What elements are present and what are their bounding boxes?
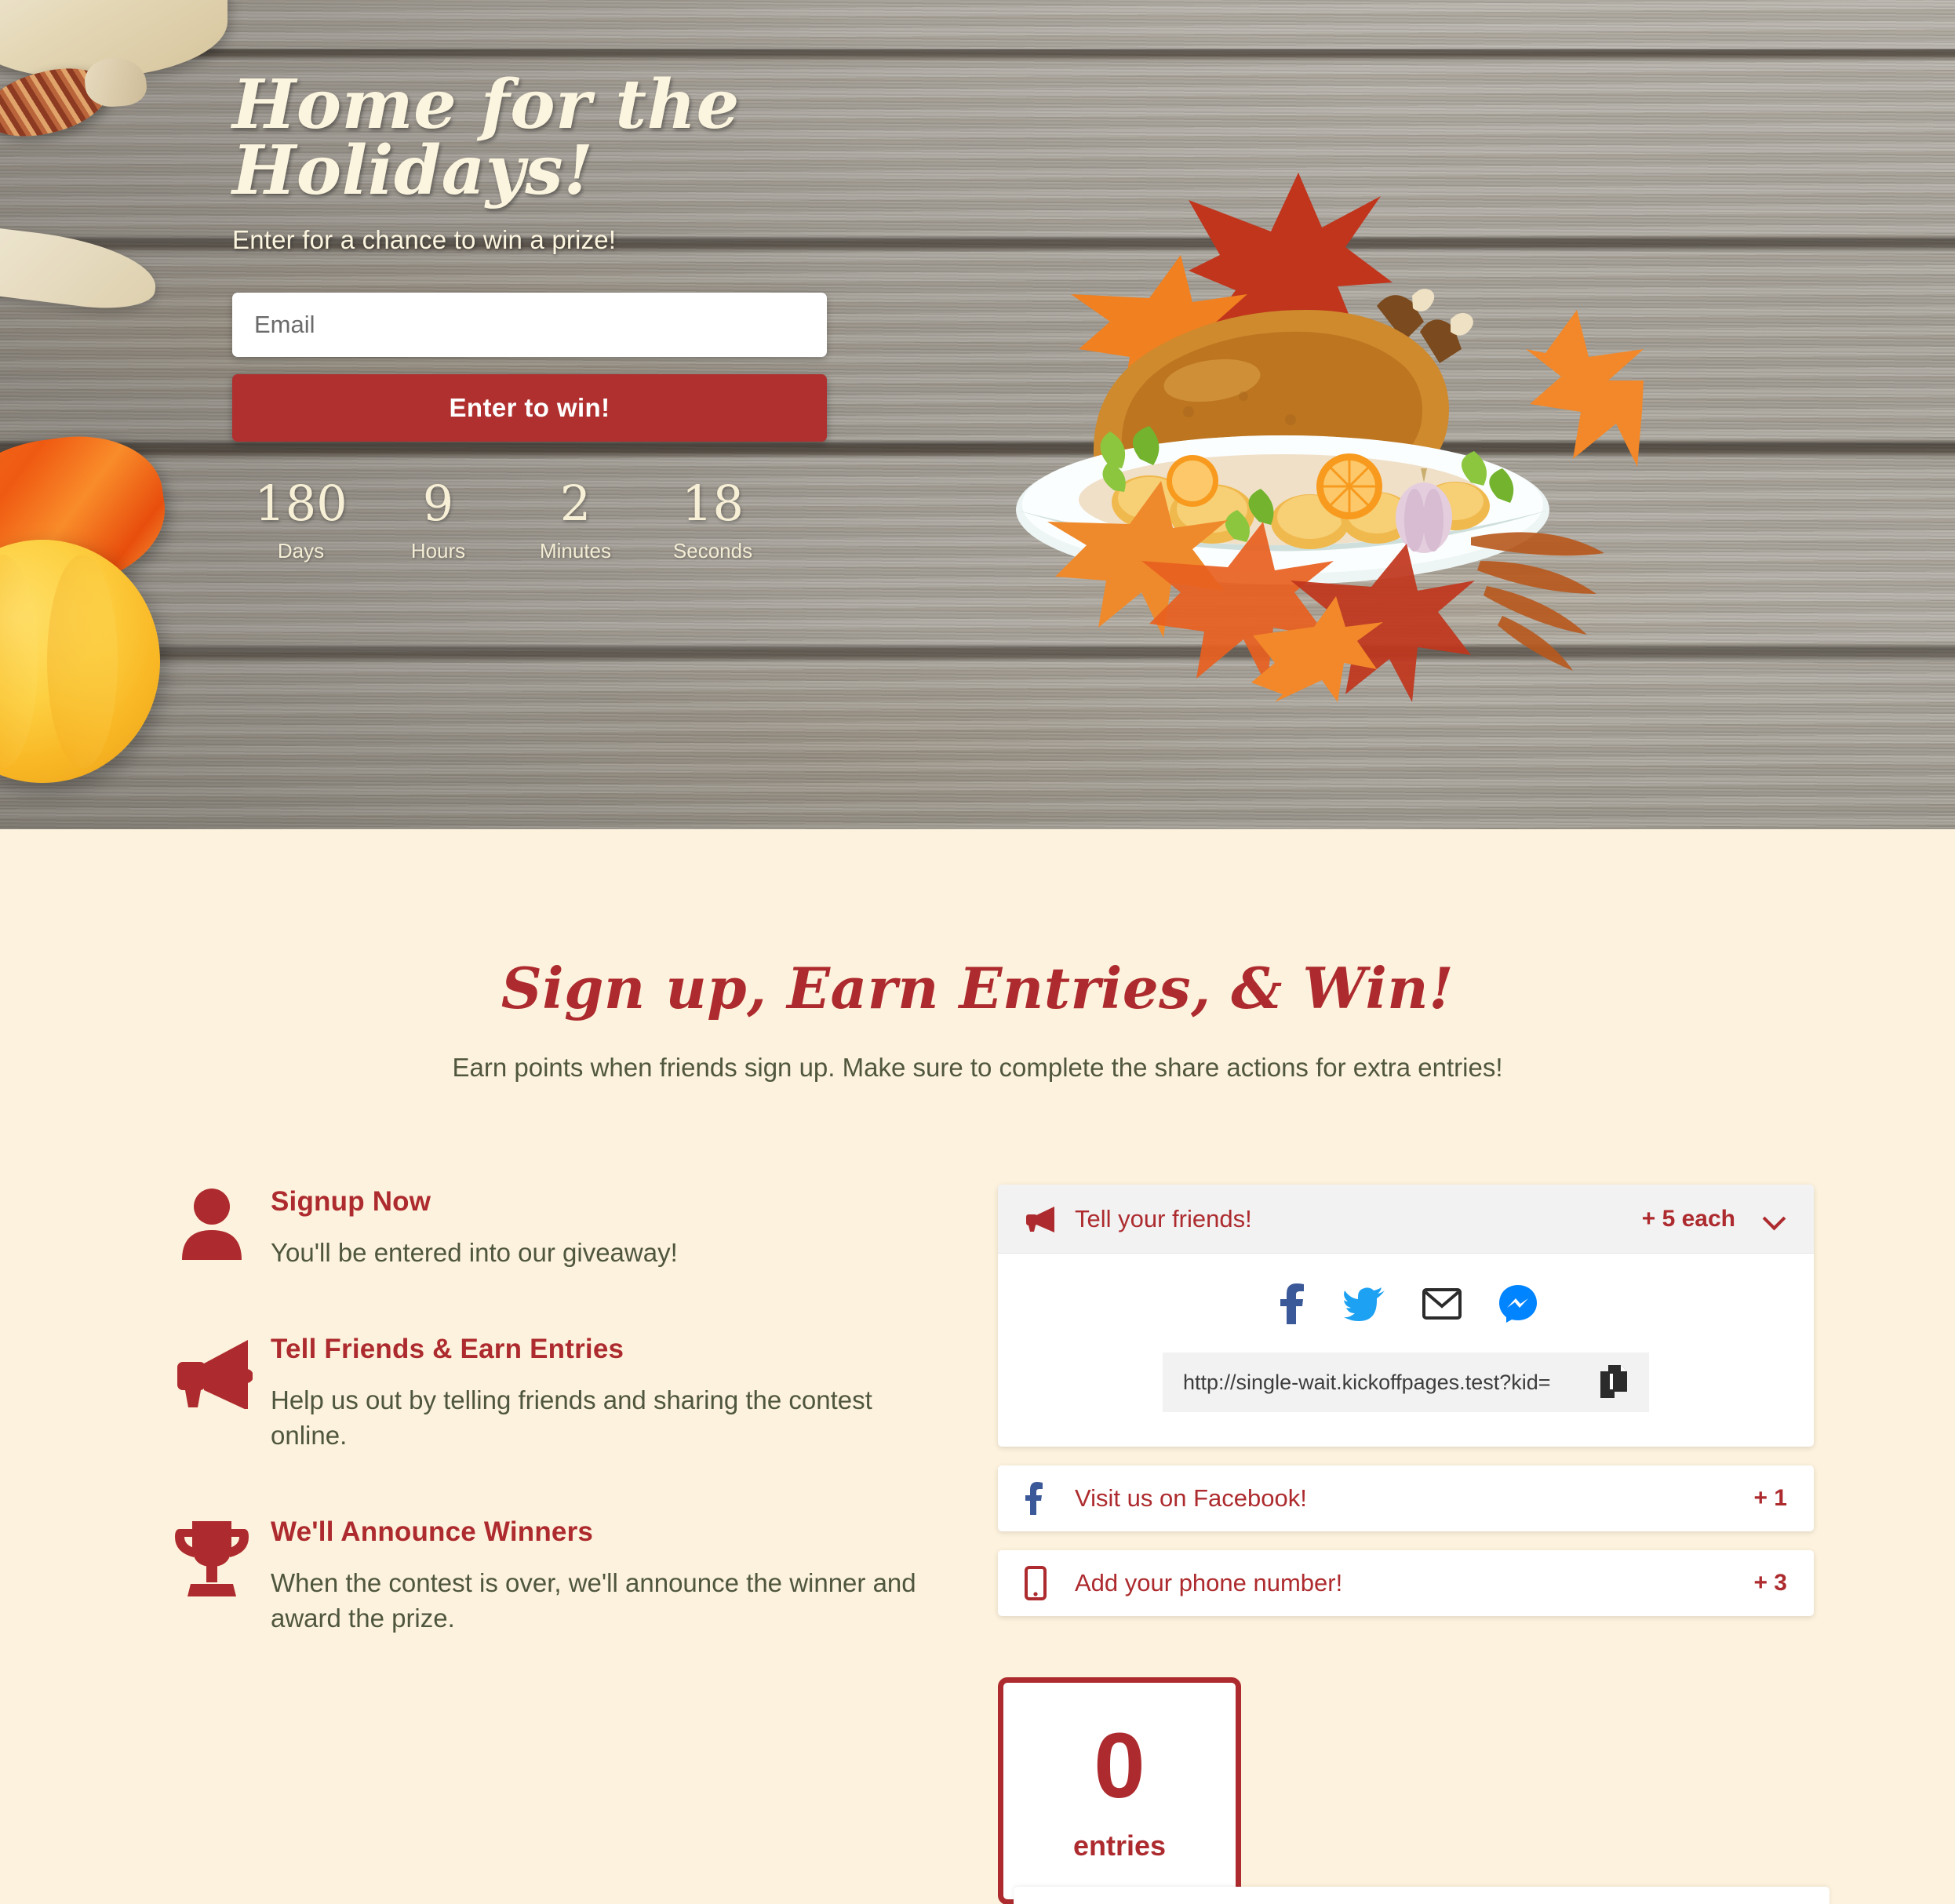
messenger-share-icon[interactable] bbox=[1499, 1285, 1537, 1323]
countdown-minutes-label: Minutes bbox=[539, 538, 612, 562]
countdown-hours-label: Hours bbox=[410, 538, 466, 562]
countdown-seconds-value: 18 bbox=[682, 474, 744, 532]
share-card-header[interactable]: Tell your friends! + 5 each bbox=[998, 1185, 1814, 1254]
trophy-icon bbox=[153, 1515, 271, 1636]
action-add-phone[interactable]: Add your phone number! + 3 bbox=[998, 1550, 1814, 1616]
countdown-days: 180 Days bbox=[232, 479, 370, 563]
phone-icon bbox=[1025, 1566, 1062, 1600]
features-list: Signup Now You'll be entered into our gi… bbox=[141, 1185, 919, 1904]
megaphone-icon bbox=[1025, 1206, 1062, 1232]
chevron-down-icon[interactable] bbox=[1764, 1207, 1787, 1231]
hero-section: Home for the Holidays! Enter for a chanc… bbox=[0, 0, 1955, 829]
action-visit-facebook-label: Visit us on Facebook! bbox=[1075, 1484, 1307, 1512]
hero-content: Home for the Holidays! Enter for a chanc… bbox=[232, 71, 860, 563]
countdown-timer: 180 Days 9 Hours 2 Minutes 18 Seconds bbox=[232, 479, 781, 563]
feature-announce-winners-title: We'll Announce Winners bbox=[271, 1516, 594, 1547]
social-share-row bbox=[998, 1283, 1814, 1324]
copy-icon[interactable] bbox=[1600, 1365, 1632, 1400]
feature-announce-winners: We'll Announce Winners When the contest … bbox=[153, 1515, 919, 1636]
action-visit-facebook-points: + 1 bbox=[1753, 1485, 1787, 1511]
how-it-works-section: Sign up, Earn Entries, & Win! Earn point… bbox=[0, 829, 1955, 1904]
countdown-seconds-label: Seconds bbox=[672, 538, 753, 562]
page-title-line-2: Holidays! bbox=[232, 131, 594, 211]
feature-tell-friends: Tell Friends & Earn Entries Help us out … bbox=[153, 1332, 919, 1454]
hero-subtitle: Enter for a chance to win a prize! bbox=[232, 224, 617, 254]
user-icon bbox=[153, 1185, 271, 1271]
share-card-points: + 5 each bbox=[1641, 1205, 1735, 1232]
countdown-seconds: 18 Seconds bbox=[644, 479, 781, 563]
content-columns: Signup Now You'll be entered into our gi… bbox=[0, 1185, 1955, 1904]
corn-husk-decoration-2 bbox=[0, 223, 161, 315]
turkey-platter-illustration bbox=[953, 153, 1644, 702]
next-action-card-partial[interactable] bbox=[1014, 1887, 1829, 1904]
megaphone-icon bbox=[153, 1332, 271, 1454]
countdown-hours: 9 Hours bbox=[370, 479, 507, 563]
feature-signup: Signup Now You'll be entered into our gi… bbox=[153, 1185, 919, 1271]
countdown-days-label: Days bbox=[277, 538, 325, 562]
share-card-body: http://single-wait.kickoffpages.test?kid… bbox=[998, 1254, 1814, 1447]
countdown-minutes: 2 Minutes bbox=[507, 479, 644, 563]
actions-panel: Tell your friends! + 5 each http://singl… bbox=[919, 1185, 1814, 1904]
feature-tell-friends-title: Tell Friends & Earn Entries bbox=[271, 1333, 624, 1364]
action-add-phone-label: Add your phone number! bbox=[1075, 1569, 1343, 1596]
twitter-share-icon[interactable] bbox=[1344, 1287, 1385, 1321]
pumpkin-decoration bbox=[0, 540, 160, 783]
feature-announce-winners-text: When the contest is over, we'll announce… bbox=[271, 1567, 916, 1633]
referral-url-row[interactable]: http://single-wait.kickoffpages.test?kid… bbox=[1163, 1352, 1649, 1412]
countdown-minutes-value: 2 bbox=[559, 474, 592, 532]
feature-signup-body: Signup Now You'll be entered into our gi… bbox=[271, 1185, 919, 1271]
page-title: Home for the Holidays! bbox=[232, 71, 860, 205]
feature-tell-friends-body: Tell Friends & Earn Entries Help us out … bbox=[271, 1332, 919, 1454]
indian-corn-decoration bbox=[0, 57, 115, 148]
countdown-hours-value: 9 bbox=[422, 474, 454, 532]
feature-announce-winners-body: We'll Announce Winners When the contest … bbox=[271, 1515, 919, 1636]
facebook-icon bbox=[1025, 1482, 1062, 1515]
entries-counter: 0 entries bbox=[998, 1677, 1241, 1904]
facebook-share-icon[interactable] bbox=[1275, 1283, 1306, 1324]
countdown-days-value: 180 bbox=[254, 474, 348, 532]
feature-signup-title: Signup Now bbox=[271, 1186, 431, 1217]
share-card-label: Tell your friends! bbox=[1075, 1204, 1252, 1232]
email-share-icon[interactable] bbox=[1422, 1288, 1462, 1320]
action-visit-facebook[interactable]: Visit us on Facebook! + 1 bbox=[998, 1465, 1814, 1531]
section-title: Sign up, Earn Entries, & Win! bbox=[501, 955, 1454, 1021]
entries-count: 0 bbox=[1094, 1714, 1145, 1818]
feature-signup-text: You'll be entered into our giveaway! bbox=[271, 1238, 678, 1267]
enter-to-win-button[interactable]: Enter to win! bbox=[232, 373, 827, 442]
feature-tell-friends-text: Help us out by telling friends and shari… bbox=[271, 1385, 872, 1451]
referral-url-text: http://single-wait.kickoffpages.test?kid… bbox=[1183, 1370, 1551, 1394]
section-subtitle: Earn points when friends sign up. Make s… bbox=[452, 1053, 1503, 1082]
email-field[interactable] bbox=[232, 292, 827, 357]
action-add-phone-points: + 3 bbox=[1753, 1570, 1787, 1596]
share-card: Tell your friends! + 5 each http://singl… bbox=[998, 1185, 1814, 1447]
entries-label: entries bbox=[1072, 1829, 1167, 1862]
